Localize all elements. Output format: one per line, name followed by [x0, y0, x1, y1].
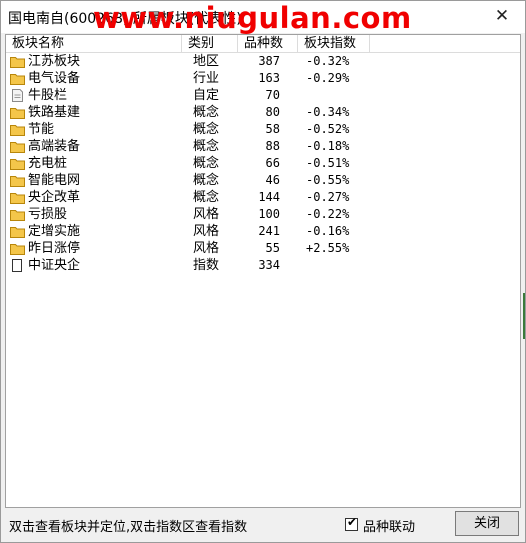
sector-count: 66	[265, 156, 280, 170]
sector-name: 中证央企	[28, 258, 81, 273]
sector-count: 58	[265, 122, 280, 136]
sector-category: 地区	[193, 54, 220, 69]
sector-name: 高端装备	[28, 139, 81, 154]
sector-count: 70	[265, 88, 280, 102]
list-header: 板块名称 类别 品种数 板块指数	[6, 35, 520, 53]
sector-index: -0.27%	[306, 190, 350, 204]
sector-index: -0.18%	[306, 139, 350, 153]
sector-index: -0.32%	[306, 54, 350, 68]
folder-icon	[10, 244, 25, 255]
folder-icon	[10, 108, 25, 119]
table-row[interactable]: 江苏板块 地区 387 -0.32%	[6, 53, 520, 70]
status-bar: 双击查看板块并定位,双击指数区查看指数 ✔ 品种联动 关闭	[1, 509, 525, 542]
sector-category: 指数	[193, 258, 220, 273]
sector-category: 概念	[193, 156, 220, 171]
sector-name: 牛股栏	[28, 88, 68, 103]
sector-index: -0.52%	[306, 122, 350, 136]
sector-count: 80	[265, 105, 280, 119]
folder-icon	[10, 142, 25, 153]
sector-category: 概念	[193, 122, 220, 137]
table-row[interactable]: 节能 概念 58 -0.52%	[6, 121, 520, 138]
folder-icon	[10, 159, 25, 170]
sector-index: -0.55%	[306, 173, 350, 187]
document-icon	[12, 89, 23, 102]
folder-icon	[10, 227, 25, 238]
link-checkbox[interactable]: ✔	[345, 515, 358, 531]
sector-index: +2.55%	[306, 241, 350, 255]
checkmark-icon: ✔	[347, 515, 358, 529]
sector-name: 亏损股	[28, 207, 68, 222]
sector-count: 88	[265, 139, 280, 153]
sector-count: 144	[258, 190, 280, 204]
sector-index: -0.51%	[306, 156, 350, 170]
close-icon[interactable]: ✕	[491, 5, 513, 27]
watermark-text: www.niugulan.com	[93, 1, 412, 35]
sector-name: 定增实施	[28, 224, 81, 239]
sector-category: 概念	[193, 173, 220, 188]
table-row[interactable]: 高端装备 概念 88 -0.18%	[6, 138, 520, 155]
link-checkbox-label[interactable]: 品种联动	[363, 516, 415, 535]
table-row[interactable]: 昨日涨停 风格 55 +2.55%	[6, 240, 520, 257]
folder-icon	[10, 176, 25, 187]
header-index[interactable]: 板块指数	[298, 35, 370, 52]
folder-icon	[10, 210, 25, 221]
sector-name: 昨日涨停	[28, 241, 81, 256]
sector-category: 风格	[193, 207, 220, 222]
sector-name: 江苏板块	[28, 54, 81, 69]
sector-list[interactable]: 板块名称 类别 品种数 板块指数 江苏板块 地区 387 -0.32% 电气设备 行业 16…	[5, 34, 521, 508]
sector-count: 163	[258, 71, 280, 85]
header-sector-name[interactable]: 板块名称	[6, 35, 182, 52]
sector-count: 387	[258, 54, 280, 68]
blank-page-icon	[12, 259, 22, 272]
title-bar: 国电南自(600268) 所属板块(代表性) www.niugulan.com …	[1, 1, 525, 35]
sector-index: -0.16%	[306, 224, 350, 238]
sector-category: 行业	[193, 71, 220, 86]
sector-category: 概念	[193, 139, 220, 154]
sector-index: -0.34%	[306, 105, 350, 119]
table-row[interactable]: 铁路基建 概念 80 -0.34%	[6, 104, 520, 121]
table-row[interactable]: 牛股栏 自定 70	[6, 87, 520, 104]
sector-name: 充电桩	[28, 156, 68, 171]
status-hint: 双击查看板块并定位,双击指数区查看指数	[9, 520, 248, 535]
edge-accent	[523, 293, 525, 339]
sector-dialog: 国电南自(600268) 所属板块(代表性) www.niugulan.com …	[0, 0, 526, 543]
folder-icon	[10, 125, 25, 136]
sector-category: 自定	[193, 88, 220, 103]
table-row[interactable]: 智能电网 概念 46 -0.55%	[6, 172, 520, 189]
table-row[interactable]: 定增实施 风格 241 -0.16%	[6, 223, 520, 240]
header-count[interactable]: 品种数	[238, 35, 298, 52]
table-row[interactable]: 充电桩 概念 66 -0.51%	[6, 155, 520, 172]
sector-count: 46	[265, 173, 280, 187]
folder-icon	[10, 57, 25, 68]
sector-name: 智能电网	[28, 173, 81, 188]
sector-name: 铁路基建	[28, 105, 81, 120]
sector-name: 电气设备	[28, 71, 81, 86]
sector-count: 334	[258, 258, 280, 272]
sector-name: 央企改革	[28, 190, 81, 205]
sector-index: -0.22%	[306, 207, 350, 221]
sector-count: 55	[265, 241, 280, 255]
sector-name: 节能	[28, 122, 55, 137]
sector-count: 100	[258, 207, 280, 221]
sector-index: -0.29%	[306, 71, 350, 85]
sector-category: 风格	[193, 224, 220, 239]
sector-category: 概念	[193, 190, 220, 205]
sector-count: 241	[258, 224, 280, 238]
table-row[interactable]: 电气设备 行业 163 -0.29%	[6, 70, 520, 87]
folder-icon	[10, 193, 25, 204]
sector-category: 风格	[193, 241, 220, 256]
header-category[interactable]: 类别	[182, 35, 238, 52]
folder-icon	[10, 74, 25, 85]
table-row[interactable]: 央企改革 概念 144 -0.27%	[6, 189, 520, 206]
table-row[interactable]: 亏损股 风格 100 -0.22%	[6, 206, 520, 223]
close-button[interactable]: 关闭	[455, 511, 519, 536]
sector-category: 概念	[193, 105, 220, 120]
table-row[interactable]: 中证央企 指数 334	[6, 257, 520, 274]
